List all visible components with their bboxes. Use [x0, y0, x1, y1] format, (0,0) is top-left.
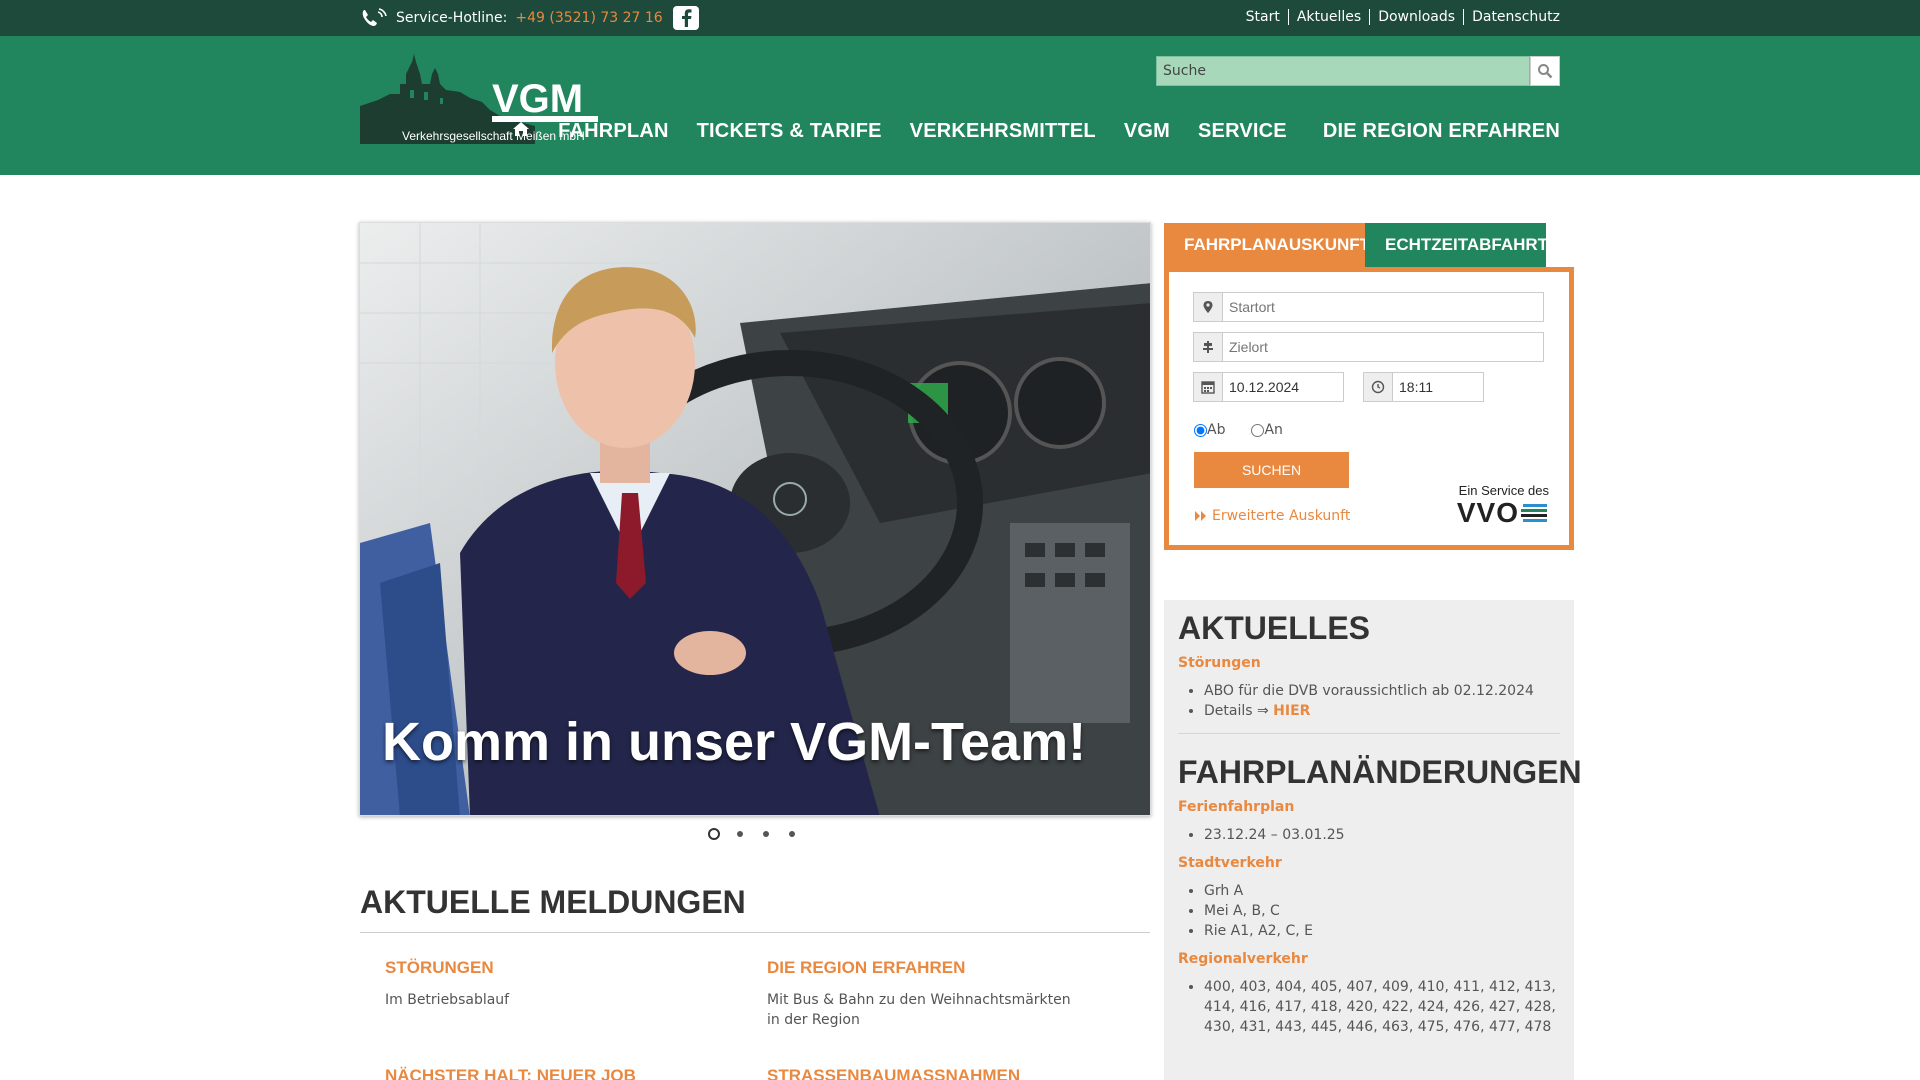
erweiterte-auskunft-link[interactable]: Erweiterte Auskunft [1194, 508, 1350, 524]
slider-caption: Komm in unser VGM-Team! [382, 712, 1087, 772]
regionalverkehr-list: 400, 403, 404, 405, 407, 409, 410, 411, … [1178, 977, 1560, 1037]
journey-planner: Ab An Suchen Erweiterte Auskunft Ein Ser… [1164, 267, 1574, 550]
meldung-text: Mit Bus & Bahn zu den Weihnachtsmärkten … [767, 992, 1071, 1028]
meldung-title[interactable]: Störungen [385, 958, 705, 978]
meldung-item[interactable]: Störungen Im Betriebsablauf [385, 958, 705, 1010]
meldung-title[interactable]: Straßenbaumaßnahmen [767, 1066, 1087, 1080]
list-item[interactable]: 23.12.24 – 03.01.25 [1204, 825, 1560, 845]
ferienfahrplan-heading[interactable]: Ferienfahrplan [1178, 799, 1560, 815]
regionalverkehr-heading[interactable]: Regionalverkehr [1178, 951, 1560, 967]
slider-dot-3[interactable] [760, 828, 772, 840]
radio-ab-label[interactable]: Ab [1194, 422, 1225, 438]
stoerungen-list: ABO für die DVB voraussichtlich ab 02.12… [1178, 681, 1560, 721]
suchen-button[interactable]: Suchen [1194, 452, 1349, 488]
aktuelles-sidebar: Aktuelles Störungen ABO für die DVB vora… [1164, 600, 1582, 1080]
slider-dot-4[interactable] [786, 828, 798, 840]
ferien-list: 23.12.24 – 03.01.25 [1178, 825, 1560, 845]
meldungen-title: Aktuelle Meldungen [360, 884, 746, 920]
aktuelles-title: Aktuelles [1178, 610, 1370, 646]
list-item[interactable]: Rie A1, A2, C, E [1204, 921, 1560, 941]
main-navigation: Fahrplan Tickets & Tarife Verkehrsmittel… [512, 120, 1560, 143]
top-links: Start Aktuelles Downloads Datenschutz [1238, 9, 1560, 25]
bus-stop-icon [1194, 333, 1223, 361]
phone-icon [362, 8, 387, 26]
list-item[interactable]: Mei A, B, C [1204, 901, 1560, 921]
sidebar-divider [1178, 733, 1560, 734]
radio-an[interactable] [1251, 423, 1265, 437]
calendar-icon [1194, 373, 1223, 401]
meldung-text: Im Betriebsablauf [385, 992, 510, 1008]
nav-service[interactable]: Service [1198, 120, 1287, 143]
nav-home[interactable] [512, 120, 530, 143]
zielort-field [1193, 332, 1544, 362]
meldungen-divider [360, 932, 1150, 933]
meldung-item[interactable]: Die Region erfahren Mit Bus & Bahn zu de… [767, 958, 1077, 1030]
time-field [1363, 372, 1484, 402]
toplink-downloads[interactable]: Downloads [1369, 9, 1463, 25]
nav-fahrplan[interactable]: Fahrplan [558, 120, 669, 143]
meldung-item[interactable]: Nächster Halt: Neuer Job [385, 1066, 705, 1080]
site-header: VGM Verkehrsgesellschaft Meißen mbH Fahr… [0, 36, 1920, 175]
radio-ab[interactable] [1194, 423, 1207, 437]
stadtverkehr-heading[interactable]: Stadtverkehr [1178, 855, 1560, 871]
date-input[interactable] [1223, 373, 1343, 401]
top-bar: Service-Hotline: +49 (3521) 73 27 16 Sta… [0, 0, 1920, 36]
stadtverkehr-list: Grh A Mei A, B, C Rie A1, A2, C, E [1178, 881, 1560, 941]
planner-tabs: Fahrplanauskunft Echtzeitabfahrt [1164, 223, 1549, 267]
hier-link[interactable]: HIER [1273, 703, 1310, 719]
search-button[interactable] [1530, 56, 1560, 86]
zielort-input[interactable] [1223, 333, 1543, 361]
stoerungen-heading[interactable]: Störungen [1178, 655, 1560, 671]
date-field [1193, 372, 1344, 402]
startort-field [1193, 292, 1544, 322]
location-pin-icon [1194, 293, 1223, 321]
vvo-stripes-icon [1521, 504, 1547, 522]
clock-small-icon [1364, 373, 1393, 401]
time-input[interactable] [1393, 373, 1483, 401]
hotline-number[interactable]: +49 (3521) 73 27 16 [515, 10, 662, 26]
ab-an-radios: Ab An [1194, 422, 1309, 438]
list-item[interactable]: 400, 403, 404, 405, 407, 409, 410, 411, … [1204, 977, 1560, 1037]
nav-region-erfahren[interactable]: Die Region erfahren [1323, 120, 1560, 143]
hero-slider[interactable]: Komm in unser VGM-Team! [359, 222, 1151, 816]
tab-echtzeitabfahrt-label: Echtzeitabfahrt [1385, 235, 1549, 254]
list-item: Details ⇒ HIER [1204, 701, 1560, 721]
toplink-start[interactable]: Start [1238, 9, 1288, 25]
facebook-icon[interactable] [673, 6, 699, 30]
list-item[interactable]: Grh A [1204, 881, 1560, 901]
slider-dot-1[interactable] [708, 828, 720, 840]
tab-echtzeitabfahrt[interactable]: Echtzeitabfahrt [1365, 223, 1549, 267]
double-chevron-right-icon [1195, 511, 1206, 521]
fahrplanaenderungen-title: Fahrplanänderungen [1178, 754, 1582, 790]
tab-fahrplanauskunft[interactable]: Fahrplanauskunft [1164, 223, 1370, 267]
service-label: Ein Service des [1458, 483, 1549, 498]
meldung-title[interactable]: Die Region erfahren [767, 958, 1077, 978]
toplink-datenschutz[interactable]: Datenschutz [1463, 9, 1560, 25]
nav-vgm[interactable]: VGM [1124, 120, 1170, 143]
search-icon [1538, 64, 1553, 79]
vvo-brand: VVO [1456, 497, 1519, 528]
search-bar [1156, 56, 1560, 86]
radio-an-label[interactable]: An [1251, 422, 1283, 438]
startort-input[interactable] [1223, 293, 1543, 321]
hotline-label: Service-Hotline: [396, 10, 508, 26]
slider-dot-2[interactable] [734, 828, 746, 840]
nav-verkehrsmittel[interactable]: Verkehrsmittel [910, 120, 1096, 143]
nav-tickets-tarife[interactable]: Tickets & Tarife [697, 120, 882, 143]
vvo-logo[interactable]: Ein Service des VVO [1457, 483, 1549, 527]
list-item: ABO für die DVB voraussichtlich ab 02.12… [1204, 681, 1560, 701]
meldung-item[interactable]: Straßenbaumaßnahmen [767, 1066, 1087, 1080]
tab-fahrplanauskunft-label: Fahrplanauskunft [1184, 235, 1371, 254]
toplink-aktuelles[interactable]: Aktuelles [1287, 9, 1369, 25]
slider-dots [708, 828, 798, 840]
logo-text: VGM [492, 77, 583, 121]
meldung-title[interactable]: Nächster Halt: Neuer Job [385, 1066, 705, 1080]
search-input[interactable] [1156, 56, 1530, 86]
home-icon [513, 122, 530, 136]
service-hotline: Service-Hotline: +49 (3521) 73 27 16 [360, 8, 663, 28]
